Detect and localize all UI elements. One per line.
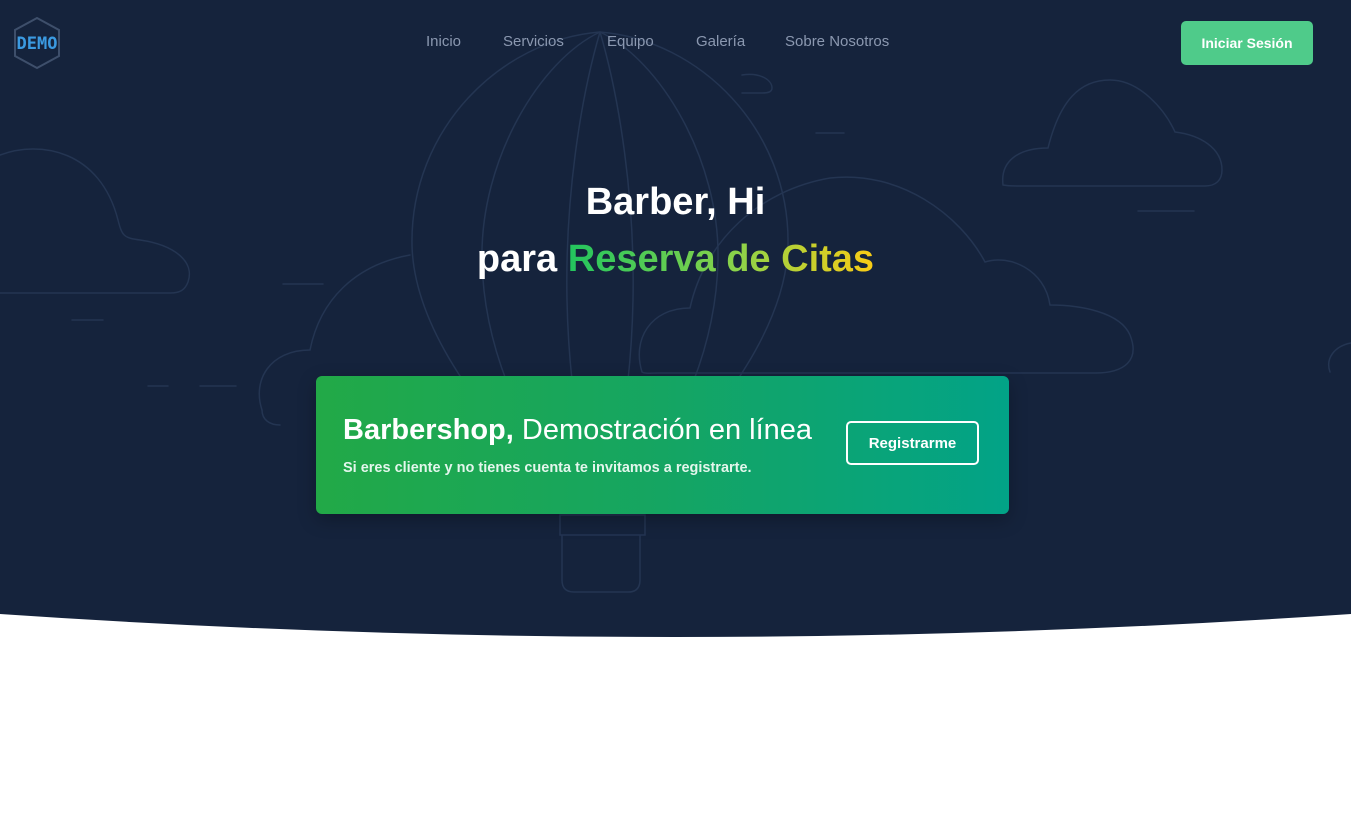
cta-subtitle: Si eres cliente y no tienes cuenta te in… — [343, 460, 752, 476]
nav-item-sobre-nosotros[interactable]: Sobre Nosotros — [785, 33, 889, 50]
nav-item-inicio[interactable]: Inicio — [426, 33, 461, 50]
top-navbar: DEMO Inicio Servicios Equipo Galería Sob… — [0, 0, 1351, 86]
nav-menu: Inicio Servicios Equipo Galería Sobre No… — [0, 0, 1351, 86]
nav-item-galeria[interactable]: Galería — [696, 33, 745, 50]
hero-section: DEMO Inicio Servicios Equipo Galería Sob… — [0, 0, 1351, 660]
hero-title: Barber, Hi para Reserva de Citas — [0, 178, 1351, 292]
nav-item-equipo[interactable]: Equipo — [607, 33, 654, 50]
register-button[interactable]: Registrarme — [846, 421, 979, 465]
cta-heading-text: Demostración en línea — [521, 414, 813, 446]
cta-heading-brand: Barbershop, — [343, 414, 514, 446]
hero-title-highlight: Reserva de Citas — [567, 238, 875, 280]
nav-item-servicios[interactable]: Servicios — [503, 33, 564, 50]
cta-heading: Barbershop, Demostración en línea — [343, 411, 812, 449]
hero-background — [0, 0, 1351, 637]
hero-title-line1: Barber, Hi — [585, 181, 766, 223]
login-button[interactable]: Iniciar Sesión — [1181, 21, 1313, 65]
hero-title-line2: para Reserva de Citas — [0, 226, 1351, 292]
register-cta-card: Barbershop, Demostración en línea Si ere… — [316, 376, 1009, 514]
hero-title-prefix: para — [476, 238, 558, 280]
